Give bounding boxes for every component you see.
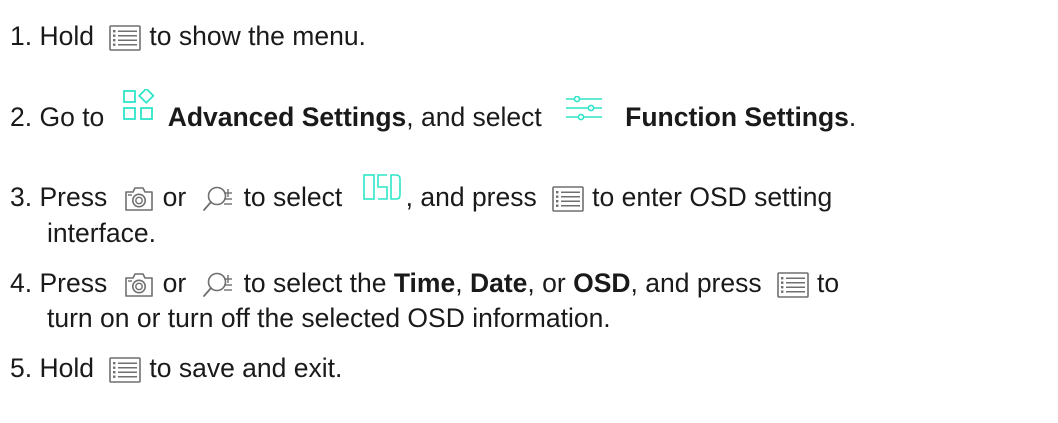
step-text: or (162, 268, 187, 298)
step-text: Hold (39, 21, 94, 51)
function-settings-label: Function Settings (625, 102, 849, 132)
step-3: 3. Press or to select , and press to ent… (10, 174, 1048, 217)
zoom-icon (202, 271, 236, 299)
osd-icon (362, 173, 402, 201)
step-number: 2. (10, 102, 33, 132)
step-text: Go to (39, 102, 105, 132)
function-settings-sliders-icon (565, 96, 603, 122)
step-text: Hold (39, 353, 94, 383)
menu-list-icon (109, 25, 141, 51)
osd-label: OSD (573, 268, 631, 298)
step-text: turn on or turn off the selected OSD inf… (47, 303, 611, 333)
camera-icon (123, 271, 155, 299)
step-1: 1. Hold to show the menu. (10, 16, 1048, 56)
step-text: , and press (630, 268, 762, 298)
advanced-settings-icon (122, 89, 156, 121)
step-text: to select (243, 182, 343, 212)
menu-list-icon (552, 186, 584, 212)
step-text: or (162, 182, 187, 212)
step-text: to (817, 268, 840, 298)
step-text: Press (39, 182, 108, 212)
step-number: 5. (10, 353, 33, 383)
step-text: , and press (405, 182, 537, 212)
step-text: Press (39, 268, 108, 298)
step-text: to enter OSD setting (592, 182, 833, 212)
step-5: 5. Hold to save and exit. (10, 348, 1048, 388)
step-text: , and select (406, 102, 542, 132)
step-number: 3. (10, 182, 33, 212)
menu-list-icon (777, 272, 809, 298)
advanced-settings-label: Advanced Settings (167, 102, 407, 132)
step-number: 4. (10, 268, 33, 298)
step-2: 2. Go to Advanced Settings, and select F… (10, 89, 1048, 137)
step-text: to select the (243, 268, 387, 298)
zoom-icon (202, 185, 236, 213)
camera-icon (123, 185, 155, 213)
step-3-continuation: interface. (47, 213, 1048, 253)
step-text: interface. (47, 218, 157, 248)
step-number: 1. (10, 21, 33, 51)
menu-list-icon (109, 357, 141, 383)
step-text: to show the menu. (149, 21, 366, 51)
date-label: Date (469, 268, 528, 298)
step-text: to save and exit. (149, 353, 343, 383)
step-4-continuation: turn on or turn off the selected OSD inf… (47, 298, 1048, 338)
step-text: , or (527, 268, 566, 298)
step-text: . (848, 102, 857, 132)
step-4: 4. Press or to select the Time, Date, or… (10, 263, 1048, 303)
time-label: Time (393, 268, 456, 298)
step-text: , (455, 268, 463, 298)
